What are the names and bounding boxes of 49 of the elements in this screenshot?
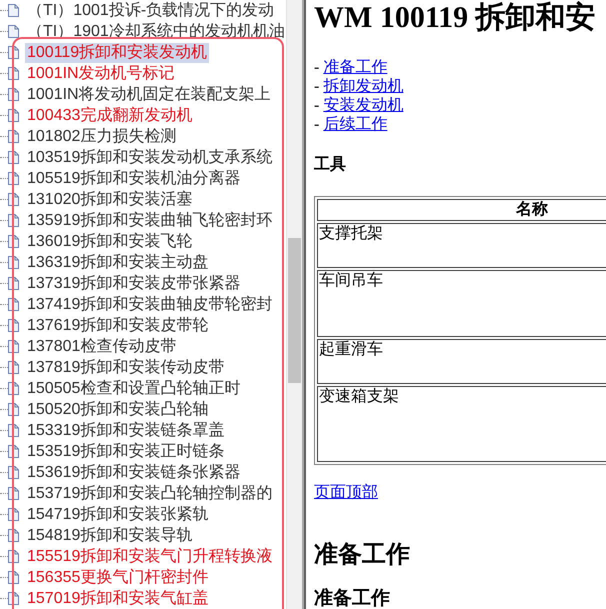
subsection-heading: 准备工作	[314, 589, 390, 608]
section-label: 工具	[314, 155, 346, 174]
tree-item[interactable]: 137819拆卸和安装传动皮带	[25, 358, 226, 378]
table-cell: 起重滑车	[317, 339, 606, 384]
list-dash: -	[314, 58, 320, 77]
tree-item[interactable]: 101802压力损失检测	[25, 126, 178, 146]
tree-item[interactable]: 137801检查传动皮带	[25, 336, 178, 356]
tree-item[interactable]: 135919拆卸和安装曲轴飞轮密封环	[25, 210, 274, 230]
tree-item[interactable]: 136319拆卸和安装主动盘	[25, 252, 210, 272]
tree-item[interactable]: 153519拆卸和安装正时链条	[25, 442, 226, 462]
table-header-cell: 名称	[317, 199, 606, 221]
tree-item[interactable]: 154719拆卸和安装张紧轨	[25, 504, 210, 524]
tree-item[interactable]: 153619拆卸和安装链条张紧器	[25, 462, 242, 482]
tree-item[interactable]: 137319拆卸和安装皮带张紧器	[25, 274, 242, 294]
table-cell: 车间吊车	[317, 270, 606, 337]
tree-item[interactable]: 157019拆卸和安装气缸盖	[25, 588, 210, 608]
tree-item[interactable]: 1001IN将发动机固定在装配支架上	[25, 84, 273, 104]
toc-link[interactable]: 安装发动机	[323, 96, 404, 115]
list-dash: -	[314, 77, 320, 96]
toc-link[interactable]: 后续工作	[323, 115, 388, 134]
toc-link[interactable]: 准备工作	[323, 58, 388, 77]
list-dash: -	[314, 96, 320, 115]
list-dash: -	[314, 115, 320, 134]
table-cell: 变速箱支架	[317, 386, 606, 462]
tree-item[interactable]: 137419拆卸和安装曲轴皮带轮密封	[25, 294, 274, 314]
back-to-top-link[interactable]: 页面顶部	[314, 484, 378, 501]
tree-item[interactable]: 153319拆卸和安装链条罩盖	[25, 420, 226, 440]
table-cell: 支撑托架	[317, 223, 606, 268]
tree-item[interactable]: 137619拆卸和安装皮带轮	[25, 316, 210, 336]
page-title: WM 100119 拆卸和安	[314, 2, 596, 34]
tree-item[interactable]: 136019拆卸和安装飞轮	[25, 232, 194, 252]
tree-item[interactable]: 156355更换气门杆密封件	[25, 568, 210, 588]
document-icon	[8, 4, 19, 17]
tree-item[interactable]: 154819拆卸和安装导轨	[25, 526, 194, 546]
pane-splitter[interactable]	[302, 0, 306, 609]
tree-item[interactable]: 103519拆卸和安装发动机支承系统	[25, 148, 274, 168]
tree-item[interactable]: 131020拆卸和安装活塞	[25, 190, 194, 210]
document-icon	[8, 25, 19, 38]
scrollbar-thumb[interactable]	[288, 238, 301, 383]
tree-item[interactable]: 105519拆卸和安装机油分离器	[25, 168, 242, 188]
tree-item[interactable]: 1001IN发动机号标记	[25, 64, 177, 84]
tree-item[interactable]: 150505检查和设置凸轮轴正时	[25, 378, 242, 398]
tree-item[interactable]: （TI）1001投诉-负载情况下的发动	[25, 0, 276, 20]
section-heading: 准备工作	[314, 541, 410, 569]
tree-item[interactable]: 150520拆卸和安装凸轮轴	[25, 400, 210, 420]
toc-link[interactable]: 拆卸发动机	[323, 77, 404, 96]
tree-item[interactable]: 100433完成翻新发动机	[25, 106, 194, 126]
tree-item[interactable]: 155519拆卸和安装气门升程转换液	[25, 546, 274, 566]
tree-item[interactable]: 153719拆卸和安装凸轮轴控制器的	[25, 484, 274, 504]
